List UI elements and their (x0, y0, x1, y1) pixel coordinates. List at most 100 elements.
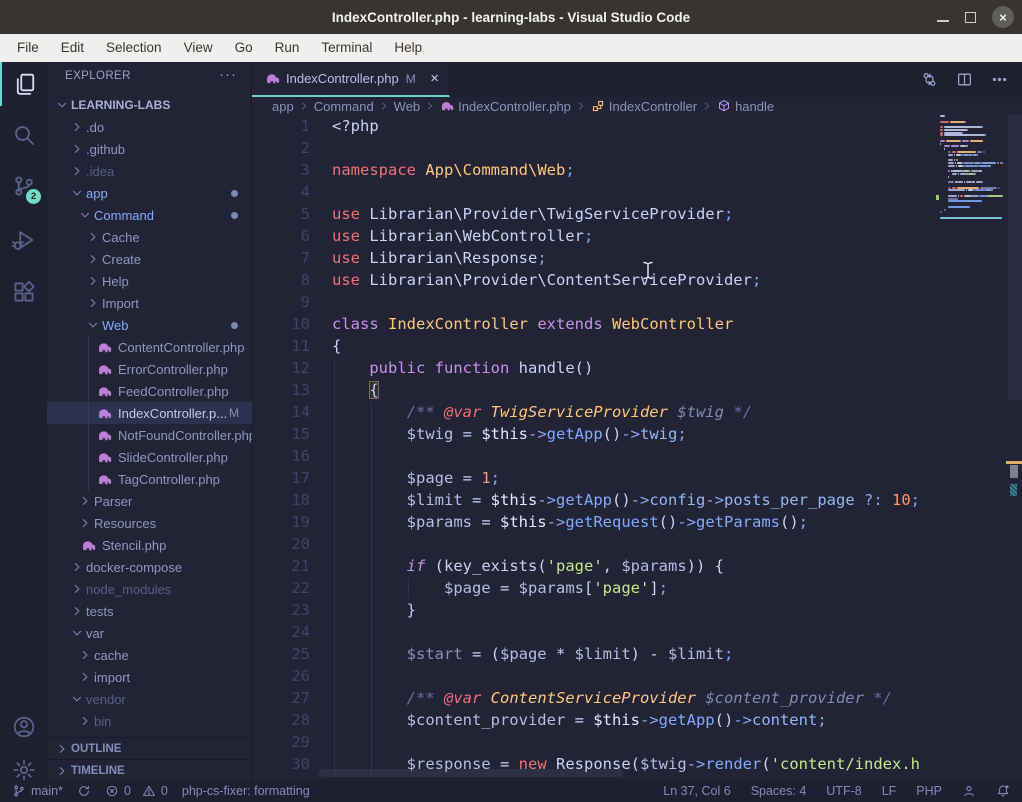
activity-run-debug-icon[interactable] (0, 218, 47, 262)
tab-indexcontroller[interactable]: IndexController.php M × (252, 62, 450, 97)
status-problems[interactable]: 00 (105, 784, 168, 798)
menu-item-view[interactable]: View (173, 34, 224, 62)
tree-item-notfoundcontroller-php[interactable]: NotFoundController.php (47, 424, 252, 446)
status-branch-status[interactable]: main* (12, 784, 63, 798)
code-token: ( (425, 557, 444, 575)
tree-item-label: Web (102, 318, 129, 333)
status-language-mode[interactable]: PHP (916, 784, 942, 798)
tree-item-vendor[interactable]: vendor (47, 688, 252, 710)
tree-item-parser[interactable]: Parser (47, 490, 252, 512)
status-eol[interactable]: LF (882, 784, 897, 798)
minimap-line (990, 165, 991, 167)
minimap-line (977, 151, 982, 153)
code-token: ; (659, 579, 668, 597)
tree-item-help[interactable]: Help (47, 270, 252, 292)
status-indentation[interactable]: Spaces: 4 (751, 784, 807, 798)
tree-item-tagcontroller-php[interactable]: TagController.php (47, 468, 252, 490)
code-token: 'content/index.h (771, 755, 920, 773)
activity-explorer-icon[interactable] (0, 62, 47, 106)
minimap[interactable] (940, 115, 1006, 415)
line-number: 16 (252, 445, 310, 467)
status-label: Ln 37, Col 6 (663, 784, 730, 798)
status-sync-button[interactable] (77, 784, 91, 798)
menu-item-selection[interactable]: Selection (95, 34, 173, 62)
code-token: $params (519, 579, 584, 597)
activity-extensions-icon[interactable] (0, 270, 47, 314)
tree-item-docker-compose[interactable]: docker-compose (47, 556, 252, 578)
code-token: $page (444, 579, 491, 597)
tree-item-github[interactable]: .github (47, 138, 252, 160)
minimap-line (948, 154, 953, 156)
status-bar: main* 00 php-cs-fixer: formatting Ln 37, C… (0, 780, 1022, 802)
tree-item-resources[interactable]: Resources (47, 512, 252, 534)
tree-item-learning-labs[interactable]: LEARNING-LABS (47, 94, 252, 116)
activity-source-control-icon[interactable]: 2 (0, 164, 47, 208)
section-outline[interactable]: OUTLINE (47, 737, 252, 759)
breadcrumb-item-handle[interactable]: handle (717, 99, 774, 114)
menu-item-run[interactable]: Run (264, 34, 311, 62)
activity-account-icon[interactable] (0, 705, 47, 749)
code-line-2: 2 (252, 137, 937, 159)
line-number: 14 (252, 401, 310, 423)
tree-item-bin[interactable]: bin (47, 710, 252, 732)
line-number: 27 (252, 687, 310, 709)
status-php-cs-fixer-status[interactable]: php-cs-fixer: formatting (182, 784, 310, 798)
tree-item-create[interactable]: Create (47, 248, 252, 270)
vertical-scrollbar[interactable] (1008, 115, 1022, 400)
menu-item-help[interactable]: Help (383, 34, 433, 62)
tree-item-feedcontroller-php[interactable]: FeedController.php (47, 380, 252, 402)
chevron-right-icon (55, 742, 69, 756)
tree-item-idea[interactable]: .idea (47, 160, 252, 182)
tab-label: IndexController.php (286, 71, 399, 86)
tree-item-var[interactable]: var (47, 622, 252, 644)
tree-item-cache[interactable]: Cache (47, 226, 252, 248)
tree-item-do[interactable]: .do (47, 116, 252, 138)
tree-item-contentcontroller-php[interactable]: ContentController.php (47, 336, 252, 358)
tree-item-web[interactable]: Web (47, 314, 252, 336)
minimap-line (948, 176, 949, 178)
menu-item-terminal[interactable]: Terminal (310, 34, 383, 62)
tree-item-node-modules[interactable]: node_modules (47, 578, 252, 600)
code-editor[interactable]: 1<?php23namespace App\Command\Web;45use … (252, 115, 1022, 780)
tree-item-tests[interactable]: tests (47, 600, 252, 622)
activity-search-icon[interactable] (0, 113, 47, 157)
minimize-button[interactable] (937, 20, 949, 22)
horizontal-scrollbar[interactable] (318, 769, 623, 777)
breadcrumb-item-indexcontroller-php[interactable]: IndexController.php (440, 99, 571, 114)
code-token: 1 (481, 469, 490, 487)
status-feedback[interactable] (962, 784, 976, 798)
close-button[interactable]: × (992, 6, 1014, 28)
tree-item-import[interactable]: Import (47, 292, 252, 314)
status-notifications[interactable] (996, 784, 1010, 798)
tree-item-slidecontroller-php[interactable]: SlideController.php (47, 446, 252, 468)
status-cursor-position[interactable]: Ln 37, Col 6 (663, 784, 730, 798)
line-number: 15 (252, 423, 310, 445)
breadcrumb-item-indexcontroller[interactable]: IndexController (591, 99, 697, 114)
tree-item-app[interactable]: app (47, 182, 252, 204)
breadcrumb-item-web[interactable]: Web (394, 99, 421, 114)
open-changes-icon[interactable] (921, 71, 938, 88)
minimap-line (992, 189, 993, 191)
tree-item-import[interactable]: import (47, 666, 252, 688)
menu-item-file[interactable]: File (6, 34, 50, 62)
tree-item-stencil-php[interactable]: Stencil.php (47, 534, 252, 556)
code-token: -> (677, 513, 696, 531)
code-token: $start (407, 645, 463, 663)
code-token: /** (407, 403, 444, 421)
tree-item-command[interactable]: Command (47, 204, 252, 226)
section-timeline[interactable]: TIMELINE (47, 759, 252, 781)
breadcrumb-item-command[interactable]: Command (314, 99, 374, 114)
menu-item-go[interactable]: Go (224, 34, 264, 62)
more-actions-icon[interactable] (991, 71, 1008, 88)
tab-close-icon[interactable]: × (430, 70, 439, 87)
tree-item-indexcontroller-p[interactable]: IndexController.p...M (47, 402, 252, 424)
code-token: () (659, 513, 678, 531)
split-editor-icon[interactable] (956, 71, 973, 88)
menu-item-edit[interactable]: Edit (50, 34, 95, 62)
breadcrumb-item-app[interactable]: app (272, 99, 294, 114)
maximize-button[interactable] (965, 12, 976, 23)
code-token (360, 205, 369, 223)
tree-item-cache[interactable]: cache (47, 644, 252, 666)
status-encoding[interactable]: UTF-8 (826, 784, 861, 798)
tree-item-errorcontroller-php[interactable]: ErrorController.php (47, 358, 252, 380)
